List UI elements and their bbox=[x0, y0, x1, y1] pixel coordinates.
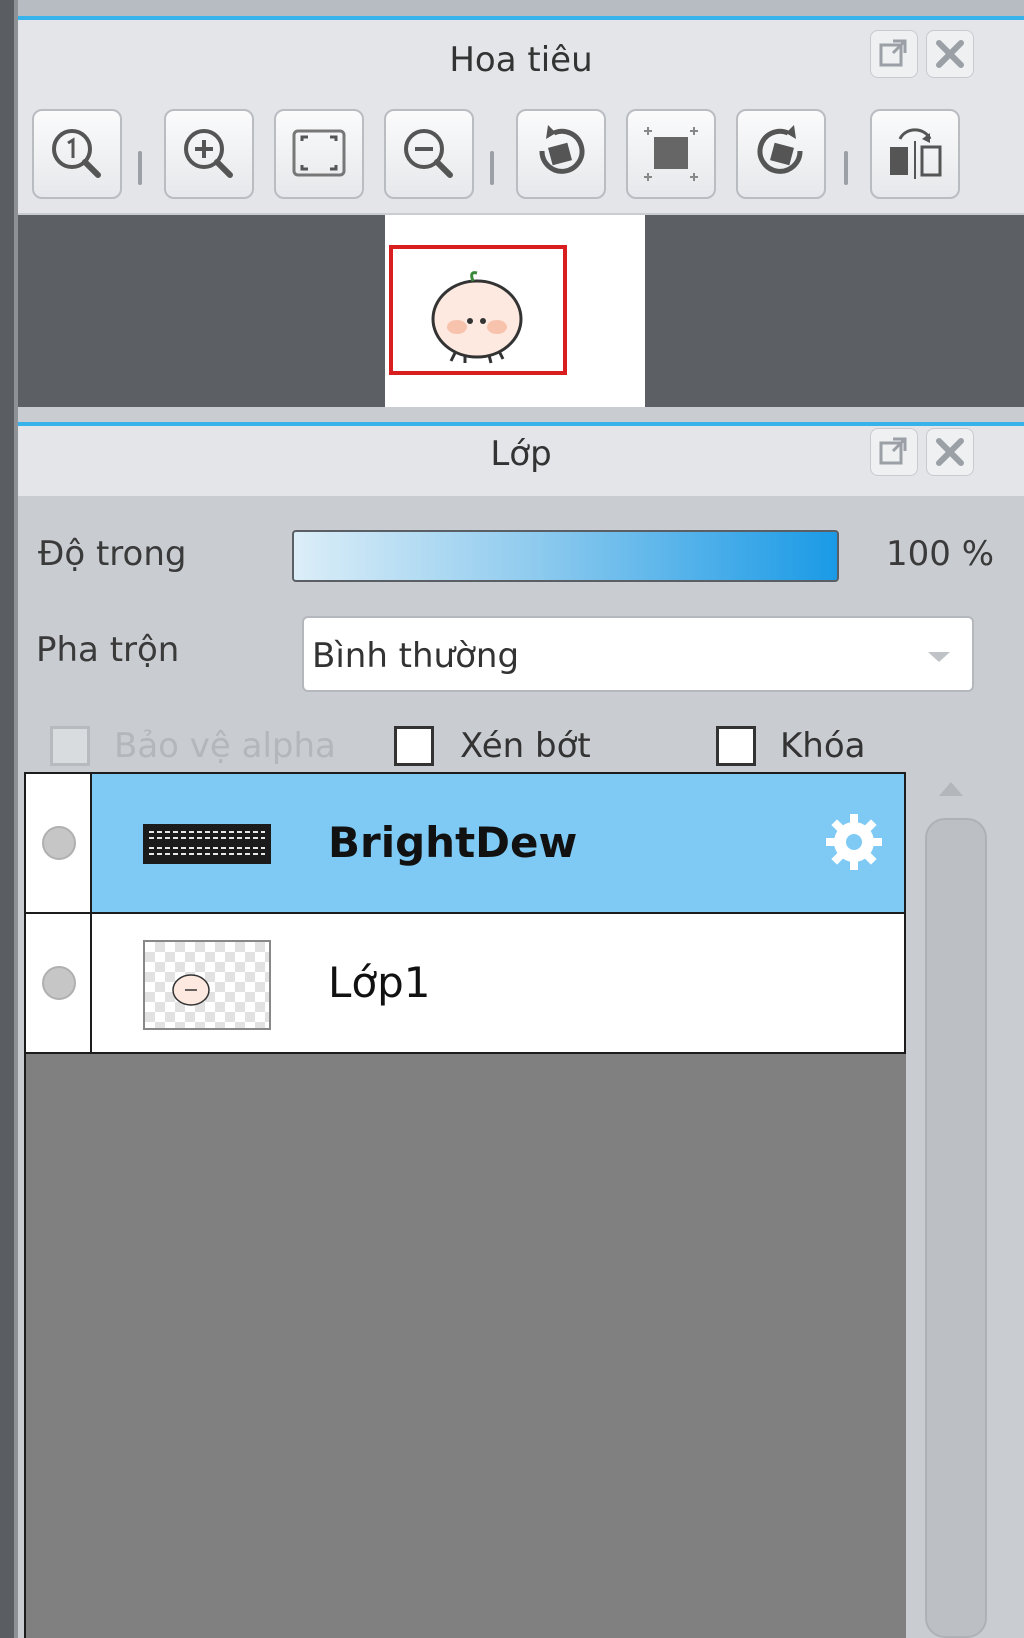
text-layer-thumbnail bbox=[143, 824, 271, 864]
reset-rotation-icon bbox=[644, 127, 698, 181]
undock-icon[interactable] bbox=[870, 428, 918, 476]
close-icon[interactable] bbox=[926, 30, 974, 78]
navigator-preview[interactable] bbox=[18, 215, 1024, 407]
undock-icon[interactable] bbox=[870, 30, 918, 78]
opacity-slider[interactable] bbox=[292, 530, 839, 582]
zoom-in-button[interactable] bbox=[164, 109, 254, 199]
panel-accent-line bbox=[18, 16, 1024, 20]
flip-horizontal-icon bbox=[890, 128, 942, 179]
lock-label: Khóa bbox=[780, 726, 866, 766]
toolbar-separator bbox=[844, 151, 848, 185]
navigator-panel: Hoa tiêu bbox=[18, 16, 1024, 213]
layer-row-lop1[interactable]: Lớp1 bbox=[26, 912, 906, 1054]
close-icon[interactable] bbox=[926, 428, 974, 476]
protect-alpha-label: Bảo vệ alpha bbox=[114, 726, 336, 766]
window-left-edge bbox=[0, 0, 18, 1638]
rotate-right-button[interactable] bbox=[736, 109, 826, 199]
gear-icon[interactable] bbox=[822, 810, 886, 874]
blend-mode-value: Bình thường bbox=[312, 636, 520, 676]
layer-list-scrollbar[interactable] bbox=[916, 772, 1024, 1638]
visibility-cell[interactable] bbox=[26, 914, 92, 1052]
blend-mode-select[interactable]: Bình thường bbox=[302, 616, 974, 692]
blend-mode-label: Pha trộn bbox=[36, 630, 180, 670]
rotate-right-icon bbox=[757, 125, 803, 174]
scrollbar-thumb[interactable] bbox=[925, 818, 987, 1638]
fit-to-window-icon bbox=[292, 129, 346, 177]
fit-to-window-button[interactable] bbox=[274, 109, 364, 199]
toolbar-separator bbox=[490, 151, 494, 185]
panel-top-strip bbox=[18, 0, 1024, 16]
raster-layer-thumbnail bbox=[143, 940, 271, 1030]
layer-name: BrightDew bbox=[328, 818, 578, 867]
visibility-cell[interactable] bbox=[26, 774, 92, 912]
layer-panel: Lớp Độ trong 100 % Pha trộn Bình thường … bbox=[18, 422, 1024, 1638]
clipping-checkbox[interactable] bbox=[394, 726, 434, 766]
visibility-toggle-icon[interactable] bbox=[42, 966, 76, 1000]
chevron-down-icon bbox=[928, 652, 950, 662]
viewport-frame[interactable] bbox=[389, 245, 567, 375]
zoom-in-icon bbox=[184, 129, 233, 178]
protect-alpha-checkbox[interactable] bbox=[50, 726, 90, 766]
opacity-label: Độ trong bbox=[38, 534, 187, 574]
zoom-out-icon bbox=[404, 129, 453, 178]
lock-checkbox[interactable] bbox=[716, 726, 756, 766]
layer-row-brightdew[interactable]: BrightDew bbox=[26, 772, 906, 914]
zoom-actual-size-button[interactable] bbox=[32, 109, 122, 199]
zoom-out-button[interactable] bbox=[384, 109, 474, 199]
scroll-up-icon[interactable] bbox=[939, 782, 963, 796]
flip-horizontal-button[interactable] bbox=[870, 109, 960, 199]
layer-name: Lớp1 bbox=[328, 958, 431, 1007]
canvas-thumbnail bbox=[385, 215, 645, 407]
opacity-value: 100 % bbox=[886, 534, 995, 574]
clipping-label: Xén bớt bbox=[460, 726, 591, 766]
rotate-left-icon bbox=[539, 125, 585, 174]
layer-list[interactable]: BrightDew Lớp1 bbox=[24, 772, 906, 1638]
rotate-left-button[interactable] bbox=[516, 109, 606, 199]
toolbar-separator bbox=[138, 151, 142, 185]
zoom-actual-size-icon bbox=[52, 129, 101, 178]
reset-rotation-button[interactable] bbox=[626, 109, 716, 199]
visibility-toggle-icon[interactable] bbox=[42, 826, 76, 860]
